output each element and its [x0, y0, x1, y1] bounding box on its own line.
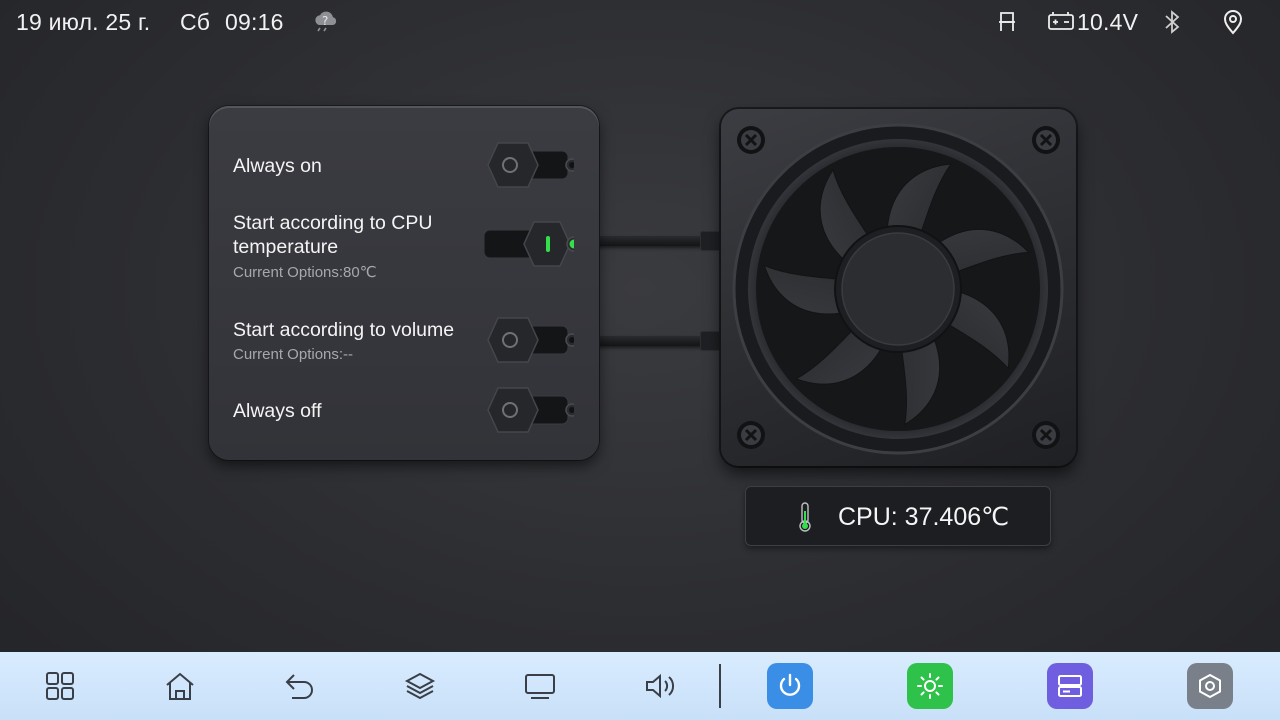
cable-connector-lower — [700, 331, 722, 351]
toggle-volume[interactable] — [484, 316, 574, 364]
dock-divider — [719, 664, 721, 708]
back-icon[interactable] — [270, 652, 330, 720]
volume-icon[interactable] — [630, 652, 690, 720]
power-tile[interactable] — [760, 652, 820, 720]
cable-connector-upper — [700, 231, 722, 251]
home-icon[interactable] — [150, 652, 210, 720]
status-date: 19 июл. 25 г. — [16, 9, 151, 35]
brightness-tile[interactable] — [900, 652, 960, 720]
svg-text:?: ? — [322, 14, 328, 28]
option-always-off-label: Always off — [233, 400, 322, 422]
option-cpu-temp-current: Current Options:80℃ — [233, 264, 377, 281]
option-volume-label: Start according to volume — [233, 319, 455, 341]
storage-icon — [1047, 663, 1093, 709]
bottom-dock — [0, 652, 1280, 720]
thermometer-icon — [797, 502, 813, 537]
screen-icon[interactable] — [510, 652, 570, 720]
toggle-always-on[interactable] — [484, 141, 574, 189]
fan-mode-panel: Always on Start according to CPU tempera… — [209, 106, 599, 460]
cpu-temperature-readout: CPU: 37.406℃ — [745, 486, 1051, 546]
location-icon — [1222, 9, 1244, 40]
seat-icon — [996, 11, 1018, 38]
option-volume-current: Current Options:-- — [233, 346, 354, 363]
brightness-icon — [907, 663, 953, 709]
bluetooth-icon — [1162, 10, 1182, 39]
status-time: 09:16 — [225, 9, 284, 35]
apps-grid-icon[interactable] — [30, 652, 90, 720]
status-bar: 19 июл. 25 г. Сб 09:16 ? 10.4V — [0, 0, 1280, 44]
power-icon — [767, 663, 813, 709]
cpu-temperature-value: CPU: 37.406℃ — [838, 503, 1010, 531]
settings-icon — [1187, 663, 1233, 709]
storage-tile[interactable] — [1040, 652, 1100, 720]
battery-icon — [1048, 11, 1074, 36]
voltage-value: 10.4V — [1077, 9, 1139, 35]
cloud-rain-icon: ? — [312, 10, 340, 37]
toggle-always-off[interactable] — [484, 386, 574, 434]
option-cpu-temp-label: Start according to CPU temperature — [233, 212, 433, 258]
toggle-cpu-temperature[interactable] — [484, 220, 574, 268]
layers-icon[interactable] — [390, 652, 450, 720]
status-weekday: Сб — [180, 9, 211, 35]
option-always-on-label: Always on — [233, 155, 322, 177]
fan-illustration — [721, 109, 1076, 466]
settings-tile[interactable] — [1180, 652, 1240, 720]
